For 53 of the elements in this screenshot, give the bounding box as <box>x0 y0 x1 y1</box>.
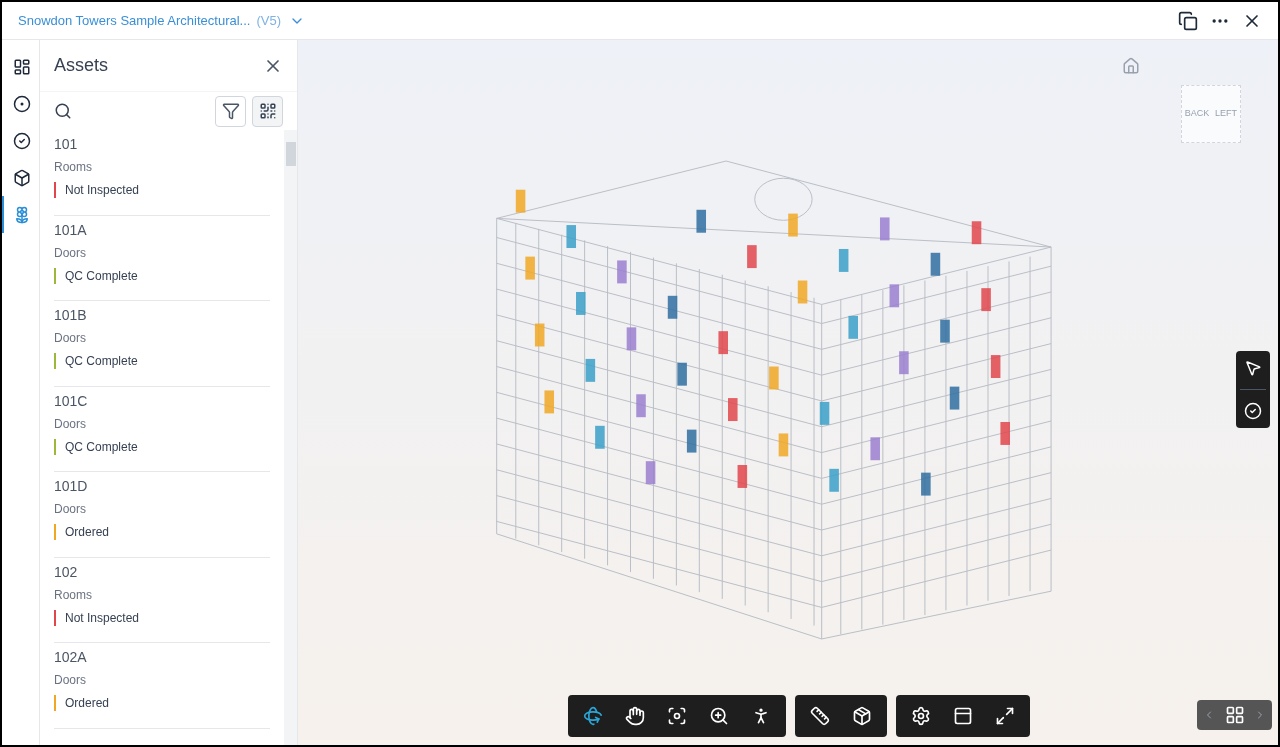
fullscreen-icon <box>995 706 1015 726</box>
asset-status: Ordered <box>65 695 110 712</box>
orbit-icon <box>583 706 603 726</box>
qr-code-icon <box>258 102 277 120</box>
search-icon[interactable] <box>54 102 72 120</box>
pan-hand-icon <box>625 706 645 726</box>
filter-icon <box>221 102 240 120</box>
scrollbar[interactable] <box>284 130 297 745</box>
fit-view-icon <box>667 706 687 726</box>
asset-category: Doors <box>54 501 87 517</box>
asset-item[interactable]: 101B Doors QC Complete <box>54 301 270 387</box>
view-switcher[interactable] <box>1197 700 1272 730</box>
qr-code-button[interactable] <box>252 95 283 127</box>
pointer-icon[interactable] <box>1244 359 1262 377</box>
viewcube-face-label: BACK <box>1184 107 1210 121</box>
zoom-window-icon <box>709 706 729 726</box>
version-label: (V5) <box>256 11 281 30</box>
asset-category: Rooms <box>54 159 93 175</box>
asset-item[interactable]: 101 Rooms Not Inspected <box>54 130 270 216</box>
asset-item[interactable]: 102A Doors Ordered <box>54 643 270 729</box>
asset-category: Rooms <box>54 586 93 603</box>
asset-name: 101 <box>54 135 79 154</box>
panel-title: Assets <box>54 54 110 77</box>
asset-status: QC Complete <box>65 267 138 285</box>
check-circle-icon[interactable] <box>1244 402 1262 420</box>
asset-status: QC Complete <box>65 353 138 370</box>
asset-category: Doors <box>54 672 87 688</box>
asset-name: 102 <box>54 562 79 582</box>
asset-name: 101C <box>54 391 89 411</box>
overlap-squares-icon[interactable] <box>1178 10 1198 31</box>
asset-name: 101A <box>54 220 88 240</box>
asset-item[interactable]: 101D Doors Ordered <box>54 472 270 558</box>
asset-item[interactable]: 101A Doors QC Complete <box>54 215 270 301</box>
asset-status: Ordered <box>65 524 110 541</box>
asset-status: Not Inspected <box>65 609 140 627</box>
asset-name: 101D <box>54 477 89 496</box>
asset-name: 101B <box>54 306 88 325</box>
ruler-icon <box>810 706 830 726</box>
asset-status: Not Inspected <box>65 182 140 199</box>
viewcube-face-label: LEFT <box>1215 107 1238 121</box>
asset-category: Doors <box>54 330 87 346</box>
model-title[interactable]: Snowdon Towers Sample Architectural... <box>18 10 251 31</box>
check-circle-icon <box>12 131 31 150</box>
asset-status: QC Complete <box>65 438 138 456</box>
asset-category: Doors <box>54 244 87 261</box>
asset-name: 102A <box>54 648 88 667</box>
asset-item[interactable]: 102 Rooms Not Inspected <box>54 557 270 643</box>
section-box-icon <box>852 706 872 726</box>
asset-category: Doors <box>54 415 87 432</box>
asset-item[interactable]: 101C Doors QC Complete <box>54 386 270 472</box>
settings-icon <box>911 706 931 726</box>
grid-icon[interactable] <box>1224 705 1245 725</box>
filter-button[interactable] <box>215 95 246 127</box>
